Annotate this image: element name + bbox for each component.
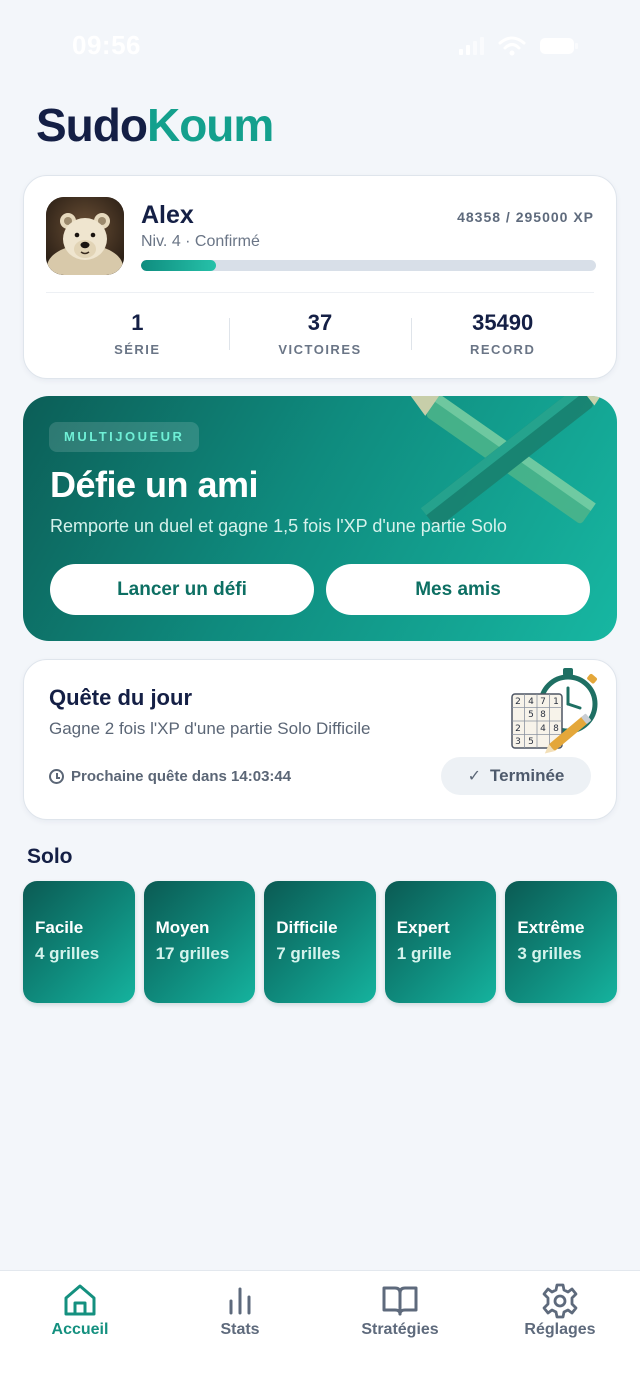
solo-level-easy[interactable]: Facile 4 grilles <box>23 881 135 1003</box>
xp-counter: 48358 / 295000 XP <box>457 209 594 225</box>
sudoku-digit: 3 <box>515 737 521 747</box>
sudoku-digit: 5 <box>528 737 534 747</box>
profile-name: Alex <box>141 201 194 229</box>
gear-icon <box>542 1283 578 1319</box>
nav-item-home[interactable]: Accueil <box>0 1271 160 1391</box>
sudoku-digit: 5 <box>528 710 534 720</box>
logo-part-sudo: Sudo <box>36 99 148 151</box>
solo-level-name: Expert <box>396 918 450 937</box>
solo-level-count: 1 grille <box>396 944 452 963</box>
next-quest-text: Prochaine quête dans 14:03:44 <box>71 768 292 785</box>
solo-level-extreme[interactable]: Extrême 3 grilles <box>505 881 617 1003</box>
battery-icon <box>540 38 578 54</box>
solo-levels: Facile 4 grilles Moyen 17 grilles Diffic… <box>23 881 617 1003</box>
divider <box>46 292 594 293</box>
bottom-navigation: Accueil Stats Stratégies Réglages <box>0 1270 640 1391</box>
home-icon <box>64 1284 96 1316</box>
solo-level-medium[interactable]: Moyen 17 grilles <box>143 881 256 1003</box>
solo-level-name: Moyen <box>155 918 210 937</box>
sudoku-digit: 8 <box>540 710 546 720</box>
stat-label: RECORD <box>470 342 536 357</box>
book-icon <box>382 1286 418 1316</box>
solo-level-expert[interactable]: Expert 1 grille <box>384 881 497 1003</box>
stat-value: 37 <box>307 310 333 335</box>
stat-streak: 1 SÉRIE <box>46 310 229 360</box>
stat-label: VICTOIRES <box>278 342 362 357</box>
nav-label: Stats <box>220 1321 260 1338</box>
check-icon: ✓ <box>467 768 482 785</box>
clock-icon <box>49 769 64 784</box>
stat-victories: 37 VICTOIRES <box>228 310 412 360</box>
stat-value: 35490 <box>472 310 534 335</box>
crossed-pencils-icon <box>401 396 617 526</box>
xp-progress-fill <box>141 260 216 271</box>
profile-level: Niv. 4 · Confirmé <box>141 233 260 250</box>
nav-item-stats[interactable]: Stats <box>160 1271 320 1391</box>
logo-part-koum: Koum <box>146 99 274 151</box>
sudoku-digit: 4 <box>540 724 546 734</box>
wifi-icon <box>498 36 526 56</box>
sudoku-digit: 1 <box>553 697 559 707</box>
sudoku-digit: 8 <box>553 724 559 734</box>
multiplayer-card: MULTIJOUEUR Défie un ami Remporte un due… <box>23 396 617 641</box>
solo-level-count: 17 grilles <box>155 944 230 963</box>
multiplayer-subtitle: Remporte un duel et gagne 1,5 fois l'XP … <box>50 516 507 536</box>
nav-label: Stratégies <box>361 1321 439 1338</box>
polar-bear-avatar-image <box>46 197 124 275</box>
status-time: 09:56 <box>72 30 141 60</box>
stat-value: 1 <box>131 310 144 335</box>
quest-completed-badge: ✓ Terminée <box>441 757 591 795</box>
sudoku-digit: 2 <box>515 697 521 707</box>
solo-level-count: 7 grilles <box>276 944 341 963</box>
launch-challenge-button[interactable]: Lancer un défi <box>50 564 314 615</box>
nav-label: Accueil <box>51 1321 109 1338</box>
solo-level-count: 4 grilles <box>35 944 100 963</box>
xp-progress-bar <box>141 260 596 271</box>
solo-level-name: Extrême <box>517 918 585 937</box>
solo-level-hard[interactable]: Difficile 7 grilles <box>264 881 376 1003</box>
multiplayer-badge: MULTIJOUEUR <box>49 422 200 452</box>
solo-level-name: Facile <box>35 918 84 937</box>
sudoku-digit: 4 <box>528 697 534 707</box>
quest-status-label: Terminée <box>490 766 565 785</box>
daily-quest-card: Quête du jour Gagne 2 fois l'XP d'une pa… <box>23 659 617 820</box>
quest-subtitle: Gagne 2 fois l'XP d'une partie Solo Diff… <box>49 719 371 738</box>
quest-title: Quête du jour <box>49 685 192 710</box>
stat-label: SÉRIE <box>114 342 161 357</box>
solo-level-name: Difficile <box>276 918 338 937</box>
nav-label: Réglages <box>524 1321 596 1338</box>
sudoku-digit: 2 <box>515 724 521 734</box>
my-friends-button[interactable]: Mes amis <box>326 564 590 615</box>
profile-stats: 1 SÉRIE 37 VICTOIRES 35490 RECORD <box>46 310 594 360</box>
avatar[interactable] <box>46 197 124 275</box>
multiplayer-title: Défie un ami <box>50 464 259 505</box>
app-logo: SudoKoum <box>36 98 274 152</box>
status-bar: 09:56 <box>0 0 640 90</box>
nav-item-settings[interactable]: Réglages <box>480 1271 640 1391</box>
nav-item-strategies[interactable]: Stratégies <box>320 1271 480 1391</box>
status-icons <box>458 36 578 56</box>
sudoku-digit: 7 <box>540 697 546 707</box>
bar-chart-icon <box>229 1287 251 1315</box>
solo-section-title: Solo <box>27 845 73 868</box>
solo-level-count: 3 grilles <box>517 944 582 963</box>
profile-card[interactable]: Alex Niv. 4 · Confirmé 48358 / 295000 XP… <box>23 175 617 379</box>
cellular-signal-icon <box>459 37 484 55</box>
stat-record: 35490 RECORD <box>411 310 594 360</box>
next-quest-timer: Prochaine quête dans 14:03:44 <box>49 768 291 785</box>
sudoku-stopwatch-icon: 2 4 7 1 5 8 2 4 8 3 5 <box>511 668 598 754</box>
